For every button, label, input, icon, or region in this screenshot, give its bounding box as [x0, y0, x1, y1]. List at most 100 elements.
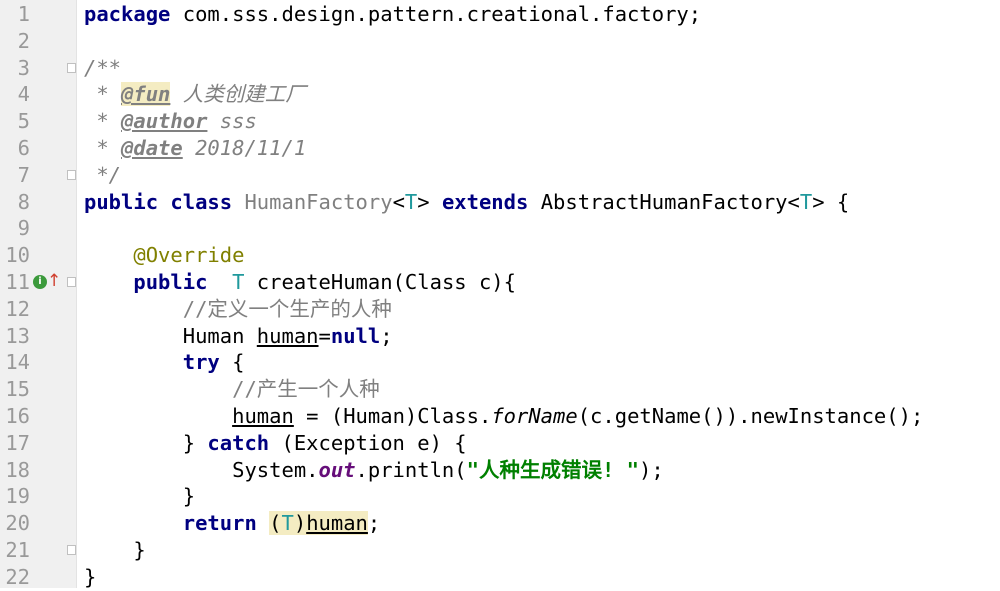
line-number: 16	[5, 404, 30, 428]
line-number: 22	[5, 564, 30, 589]
code-text[interactable]: /**	[84, 55, 121, 82]
code-editor[interactable]: 1 package com.sss.design.pattern.creation…	[0, 0, 1000, 591]
code-text[interactable]: @Override	[84, 242, 244, 269]
code-text[interactable]: * @fun 人类创建工厂	[84, 81, 306, 108]
code-line[interactable]: 9	[0, 215, 1000, 242]
code-token: extends	[441, 189, 541, 214]
line-number: 3	[17, 55, 30, 80]
code-line[interactable]: 21 }	[0, 537, 1000, 564]
code-token: }	[84, 538, 146, 562]
fold-icon[interactable]	[67, 169, 76, 180]
code-token: out	[318, 457, 356, 482]
code-text[interactable]: * @author sss	[84, 108, 257, 135]
code-text[interactable]: System.out.println("人种生成错误! ");	[84, 457, 664, 484]
line-number: 20	[5, 511, 30, 536]
code-text[interactable]: } catch (Exception e) {	[84, 430, 467, 457]
code-token: <	[392, 189, 405, 214]
code-token: .println(	[355, 457, 467, 482]
code-text[interactable]: */	[84, 162, 121, 189]
line-number: 4	[17, 82, 30, 107]
code-text[interactable]: //定义一个生产的人种	[84, 296, 392, 323]
code-token: *	[84, 109, 122, 134]
code-text[interactable]: return (T)human;	[84, 510, 380, 537]
code-text[interactable]: //产生一个人种	[84, 376, 380, 403]
code-line[interactable]: 4 * @fun 人类创建工厂	[0, 81, 1000, 108]
code-token: /**	[84, 55, 122, 80]
code-line[interactable]: 19 }	[0, 483, 1000, 510]
code-text[interactable]: try {	[84, 349, 245, 376]
code-token: createHuman(Class c){	[244, 270, 516, 294]
code-token: Human	[84, 323, 257, 348]
code-token: human	[232, 404, 294, 428]
implements-method-icon[interactable]: i	[33, 275, 47, 289]
code-token: T	[404, 189, 418, 214]
code-token: AbstractHumanFactory<	[540, 189, 800, 214]
fold-icon[interactable]	[67, 545, 76, 555]
line-number: 5	[17, 109, 30, 134]
code-line[interactable]: 2	[0, 28, 1000, 55]
code-token: package	[84, 2, 171, 26]
code-line[interactable]: 20 return (T)human;	[0, 510, 1000, 537]
code-line[interactable]: 1 package com.sss.design.pattern.creation…	[0, 1, 1000, 28]
code-token: =	[318, 323, 331, 348]
code-line[interactable]: 8 public class HumanFactory<T> extends Ab…	[0, 189, 1000, 216]
code-token: >	[417, 189, 442, 214]
code-token: public class	[84, 189, 245, 214]
line-number: 9	[17, 216, 30, 241]
fold-icon[interactable]	[67, 277, 76, 287]
code-text[interactable]: public T createHuman(Class c){	[84, 269, 516, 296]
code-token: human	[306, 511, 368, 536]
code-text[interactable]: }	[84, 537, 146, 564]
line-number: 2	[17, 28, 30, 53]
code-text[interactable]: Human human=null;	[84, 323, 393, 350]
fold-icon[interactable]	[67, 62, 76, 73]
code-line[interactable]: 16 human = (Human)Class.forName(c.getNam…	[0, 403, 1000, 430]
code-token: com.sss.design.pattern.creational.factor…	[170, 2, 702, 26]
code-text[interactable]: package com.sss.design.pattern.creationa…	[84, 1, 701, 28]
line-number: 1	[17, 2, 30, 26]
code-line[interactable]: 10 @Override	[0, 242, 1000, 269]
code-token: ;	[380, 323, 393, 348]
code-line[interactable]: 5 * @author sss	[0, 108, 1000, 135]
code-line[interactable]: 7 */	[0, 162, 1000, 189]
code-line[interactable]: 15 //产生一个人种	[0, 376, 1000, 403]
code-token: *	[84, 82, 122, 107]
code-text[interactable]: }	[84, 564, 96, 591]
line-number: 21	[5, 538, 30, 562]
code-token: @fun	[121, 82, 171, 107]
code-token: (c.getName()).newInstance();	[577, 404, 924, 428]
code-token: }	[84, 430, 208, 455]
code-token: (Exception e) {	[269, 430, 467, 455]
override-arrow-icon[interactable]: ↑	[47, 270, 61, 292]
code-token: );	[639, 457, 664, 482]
code-token: @date	[121, 136, 183, 160]
code-token: catch	[207, 430, 270, 455]
code-line[interactable]: 11 i ↑ public T createHuman(Class c){	[0, 269, 1000, 296]
line-number: 12	[5, 296, 30, 321]
code-line[interactable]: 13 Human human=null;	[0, 323, 1000, 350]
line-number: 15	[5, 377, 30, 402]
code-token: sss	[207, 109, 257, 134]
code-token: )	[293, 511, 307, 536]
code-text[interactable]: public class HumanFactory<T> extends Abs…	[84, 189, 849, 216]
code-line[interactable]: 3 /**	[0, 55, 1000, 82]
code-line[interactable]: 18 System.out.println("人种生成错误! ");	[0, 457, 1000, 484]
code-line[interactable]: 22}	[0, 564, 1000, 591]
code-line[interactable]: 17 } catch (Exception e) {	[0, 430, 1000, 457]
code-token: System.	[84, 457, 319, 482]
code-token: T	[232, 270, 245, 294]
code-token: null	[330, 323, 381, 348]
code-text[interactable]: }	[84, 483, 195, 510]
code-line[interactable]: 6 * @date 2018/11/1	[0, 135, 1000, 162]
code-line[interactable]: 12 //定义一个生产的人种	[0, 296, 1000, 323]
code-text[interactable]: human = (Human)Class.forName(c.getName()…	[84, 403, 923, 430]
code-token: */	[84, 162, 122, 187]
code-line[interactable]: 14 try {	[0, 349, 1000, 376]
code-token: T	[281, 511, 294, 536]
code-token: 人类创建工厂	[170, 82, 306, 107]
code-text[interactable]: * @date 2018/11/1	[84, 135, 306, 162]
